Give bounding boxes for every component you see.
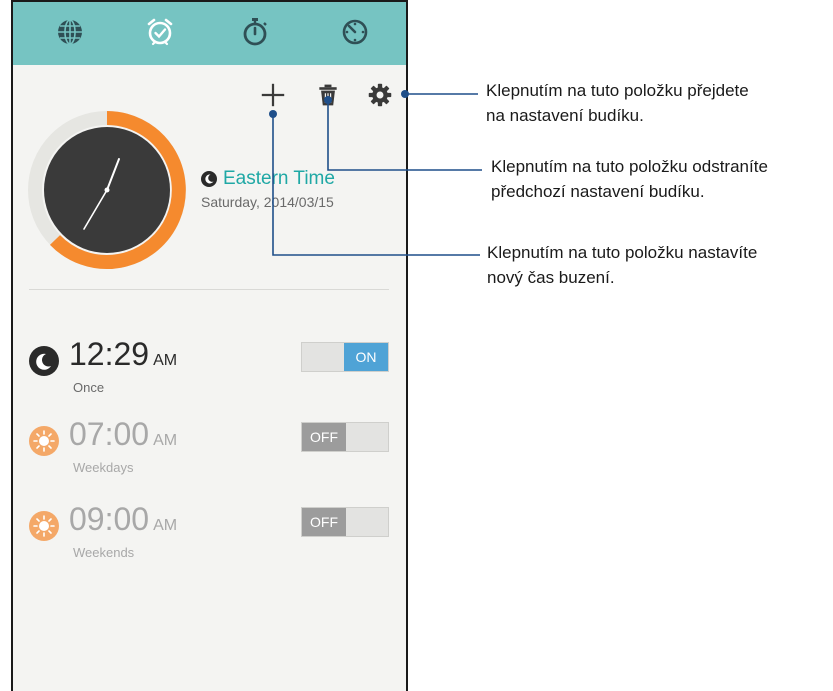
callout-add: Klepnutím na tuto položku nastavíte nový…	[487, 243, 758, 287]
tab-world-clock[interactable]	[50, 12, 90, 52]
moon-icon	[29, 346, 59, 376]
gear-icon	[368, 83, 392, 107]
alarm-toggle[interactable]: ON	[301, 342, 389, 372]
tab-alarm[interactable]	[140, 12, 180, 52]
tab-stopwatch[interactable]	[235, 12, 275, 52]
analog-clock	[28, 111, 186, 269]
stopwatch-icon	[243, 18, 267, 46]
alarm-time: 09:00 AM	[69, 501, 178, 537]
toggle-state: OFF	[302, 423, 346, 451]
alarm-time: 12:29 AM	[69, 336, 178, 372]
alarm-repeat: Weekdays	[73, 460, 134, 475]
alarm-item[interactable]: 09:00 AM Weekends OFF	[29, 499, 394, 560]
timer-icon	[342, 19, 368, 45]
tab-timer[interactable]	[335, 12, 375, 52]
alarm-item[interactable]: 07:00 AM Weekdays OFF	[29, 414, 394, 475]
alarm-toggle[interactable]: OFF	[301, 507, 389, 537]
delete-alarm-button[interactable]	[313, 80, 343, 110]
callout-settings: Klepnutím na tuto položku přejdete na na…	[486, 81, 749, 125]
sun-icon	[29, 426, 59, 456]
sun-icon	[29, 511, 59, 541]
moon-icon	[201, 171, 217, 187]
alarm-toggle[interactable]: OFF	[301, 422, 389, 452]
alarm-repeat: Once	[73, 380, 105, 395]
alarm-item[interactable]: 12:29 AM Once ON	[29, 334, 394, 395]
divider	[29, 289, 389, 290]
timezone-row: Eastern Time	[201, 168, 335, 190]
settings-button[interactable]	[365, 80, 395, 110]
plus-icon	[261, 83, 285, 107]
alarm-repeat: Weekends	[73, 545, 135, 560]
trash-icon	[319, 84, 337, 106]
toggle-state: ON	[344, 343, 388, 371]
alarm-time: 07:00 AM	[69, 416, 178, 452]
toggle-state: OFF	[302, 508, 346, 536]
timezone-name: Eastern Time	[223, 168, 335, 189]
tab-bar	[13, 0, 406, 65]
phone-screen: Eastern Time Saturday, 2014/03/15 12:29 A…	[11, 0, 408, 691]
alarm-clock-icon	[147, 18, 173, 46]
callout-delete: Klepnutím na tuto položku odstraníte pře…	[491, 157, 768, 201]
current-date: Saturday, 2014/03/15	[201, 194, 334, 210]
add-alarm-button[interactable]	[258, 80, 288, 110]
globe-icon	[58, 19, 82, 45]
